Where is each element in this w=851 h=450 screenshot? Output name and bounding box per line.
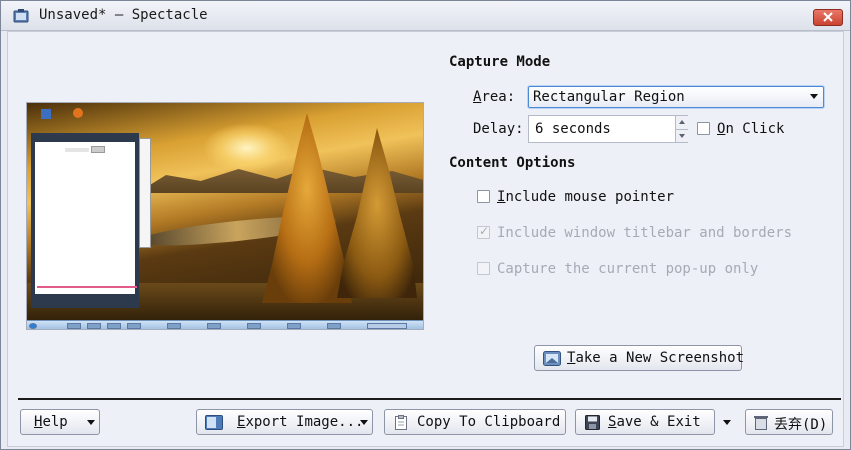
screenshot-preview[interactable] — [26, 102, 424, 330]
taskbar-item — [127, 323, 141, 329]
chevron-down-icon — [360, 420, 368, 425]
taskbar-item — [287, 323, 301, 329]
on-click-checkbox[interactable] — [697, 122, 710, 135]
take-new-screenshot-label: Take a New Screenshot — [567, 350, 745, 366]
delay-value: 6 seconds — [535, 121, 611, 137]
phone-input — [65, 148, 89, 152]
bottom-separator — [18, 398, 841, 400]
close-button[interactable] — [813, 9, 843, 26]
capture-popup-label: Capture the current pop-up only — [497, 261, 759, 277]
area-select-value: Rectangular Region — [533, 89, 685, 105]
taskbar-item — [207, 323, 221, 329]
content-options-heading: Content Options — [449, 155, 576, 171]
spectacle-icon — [13, 9, 29, 23]
export-image-button[interactable]: Export Image... — [196, 409, 373, 435]
chevron-down-icon — [810, 94, 818, 99]
taskbar-item — [167, 323, 181, 329]
window-title: Unsaved* — Spectacle — [39, 7, 208, 23]
delay-increment-button[interactable] — [675, 116, 688, 129]
save-and-exit-button[interactable]: Save & Exit — [575, 409, 715, 435]
discard-label: 丢弃(D) — [774, 417, 828, 433]
chevron-down-icon — [87, 420, 95, 425]
main-content: Capture Mode Area: Rectangular Region De… — [7, 31, 844, 447]
export-image-label: Export Image... — [237, 414, 364, 430]
copy-to-clipboard-button[interactable]: Copy To Clipboard — [384, 409, 566, 435]
phone-accent-line — [37, 286, 137, 288]
desktop-icon — [41, 109, 51, 119]
discard-button[interactable]: 丢弃(D) — [745, 409, 833, 435]
camera-icon — [543, 351, 561, 366]
include-mouse-pointer-checkbox[interactable] — [477, 190, 490, 203]
help-label: Help — [34, 414, 68, 430]
taskbar-item — [107, 323, 121, 329]
capture-mode-heading: Capture Mode — [449, 54, 551, 70]
save-options-chevron-down-icon[interactable] — [723, 420, 731, 425]
preview-sun — [202, 123, 292, 173]
area-select[interactable]: Rectangular Region — [528, 86, 824, 108]
taskbar-item — [87, 323, 101, 329]
preview-phone-emulator — [31, 133, 139, 308]
on-click-label: On Click — [717, 121, 785, 137]
help-button[interactable]: Help — [20, 409, 100, 435]
area-label: Area: — [473, 89, 516, 105]
preview-taskbar — [27, 320, 423, 329]
taskbar-item — [327, 323, 341, 329]
save-and-exit-label: Save & Exit — [608, 414, 701, 430]
phone-status-bar — [35, 136, 135, 142]
taskbar-item — [67, 323, 81, 329]
desktop-icon — [73, 108, 83, 118]
delay-spinbox[interactable]: 6 seconds — [528, 115, 688, 143]
copy-to-clipboard-label: Copy To Clipboard — [417, 414, 561, 430]
capture-popup-checkbox[interactable] — [477, 262, 490, 275]
phone-button — [91, 146, 105, 153]
include-titlebar-checkbox[interactable] — [477, 224, 490, 239]
include-mouse-pointer-label: Include mouse pointer — [497, 189, 675, 205]
take-new-screenshot-button[interactable]: Take a New Screenshot — [534, 345, 745, 371]
floppy-icon — [585, 415, 600, 430]
close-icon — [823, 12, 833, 22]
spectacle-window: Unsaved* — Spectacle Capture Mode Area: … — [0, 0, 851, 450]
export-icon — [205, 415, 223, 430]
taskbar-item — [247, 323, 261, 329]
delay-label: Delay: — [473, 121, 524, 137]
titlebar[interactable]: Unsaved* — Spectacle — [1, 1, 850, 31]
clipboard-icon — [395, 415, 407, 430]
taskbar-item — [29, 323, 37, 329]
include-titlebar-label: Include window titlebar and borders — [497, 225, 793, 241]
taskbar-item — [367, 323, 407, 329]
delay-decrement-button[interactable] — [675, 129, 688, 142]
trash-icon — [754, 416, 768, 430]
emulator-toolbar — [139, 138, 151, 248]
